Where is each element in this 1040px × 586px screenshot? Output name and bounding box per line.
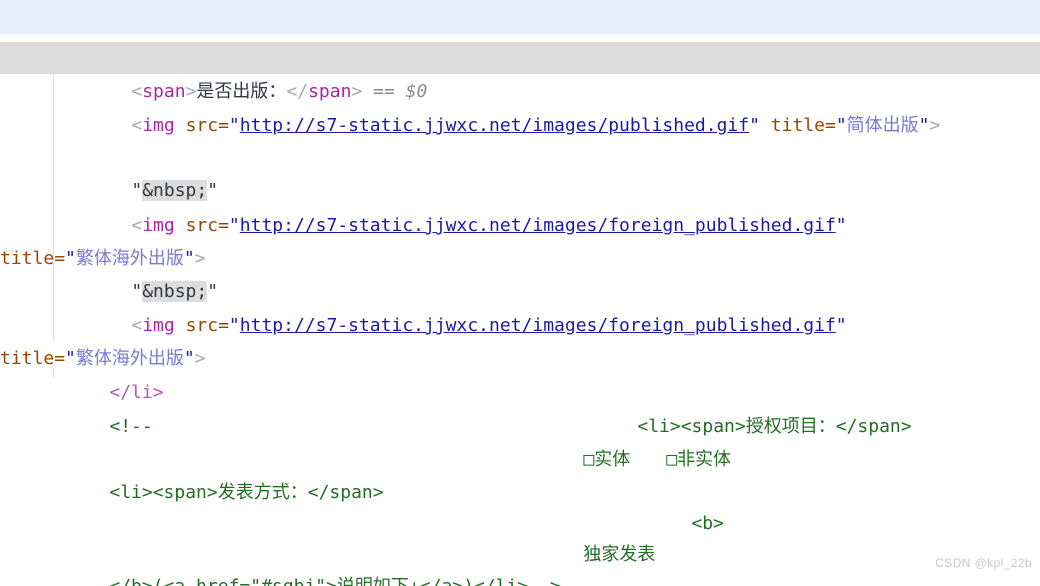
comment-line-exclusive: 独家发表 <box>0 505 1040 565</box>
attribute-name-src: src <box>185 315 219 336</box>
tree-row-img-published[interactable]: <img src="http://s7-static.jjwxc.net/ima… <box>0 76 1040 138</box>
attribute-name-src: src <box>185 115 219 136</box>
tag-name-img: img <box>142 115 175 136</box>
tree-row-nbsp-1[interactable]: "&nbsp;" <box>0 141 1040 201</box>
devtools-elements-panel[interactable]: ▼<li> <span>是否出版：</span> == $0 <img src=… <box>0 0 1040 586</box>
attribute-value-title: 简体出版 <box>846 115 919 136</box>
angle-bracket-open: < <box>131 315 143 336</box>
csdn-watermark: CSDN @kpl_22b <box>935 556 1032 570</box>
tree-row-li-close[interactable]: </li> <box>0 343 1040 403</box>
tree-row-partial-bottom[interactable]: ▼</li> <box>0 568 1040 586</box>
attribute-value-src-url[interactable]: http://s7-static.jjwxc.net/images/foreig… <box>240 315 836 336</box>
quote-mark: " <box>228 115 240 136</box>
tree-row-img-foreign-2[interactable]: <img src="http://s7-static.jjwxc.net/ima… <box>0 276 1040 369</box>
quote-mark: " <box>228 215 240 236</box>
quote-mark: " <box>749 115 760 136</box>
attribute-value-src-url[interactable]: http://s7-static.jjwxc.net/images/foreig… <box>240 215 836 236</box>
tag-name-img: img <box>142 315 175 336</box>
comment-line-b-open: <b> <box>0 474 1040 534</box>
quote-mark: " <box>228 315 240 336</box>
attribute-name-title: title <box>770 115 825 136</box>
quote-mark: " <box>835 315 847 336</box>
attribute-name-src: src <box>185 215 219 236</box>
quote-mark: " <box>918 115 930 136</box>
angle-bracket-open: < <box>131 215 143 236</box>
equals-sign: = <box>218 215 229 236</box>
quote-mark: " <box>835 115 847 136</box>
tree-row-img-foreign-1[interactable]: <img src="http://s7-static.jjwxc.net/ima… <box>0 176 1040 269</box>
tree-row-span-published-label[interactable]: <span>是否出版：</span> == $0 <box>0 42 1040 102</box>
tree-row-nbsp-2[interactable]: "&nbsp;" <box>0 242 1040 302</box>
comment-line-publish-mode: <li><span>发表方式：</span> <box>0 443 1040 503</box>
comment-line-tail: </b>(<a href="#sqbj">说明如下↓</a>)</li>--> <box>0 537 1040 586</box>
tree-row-li-open[interactable]: ▼<li> <box>0 4 1040 64</box>
equals-sign: = <box>218 315 229 336</box>
angle-bracket-close: > <box>929 115 941 136</box>
attribute-value-src-url[interactable]: http://s7-static.jjwxc.net/images/publis… <box>240 115 749 136</box>
equals-sign: = <box>218 115 229 136</box>
equals-sign: = <box>824 115 836 136</box>
quote-mark: " <box>835 215 847 236</box>
angle-bracket-open: < <box>131 115 143 136</box>
tag-name-img: img <box>142 215 175 236</box>
comment-line-auth-project: <li><span>授权项目：</span> <box>0 377 1040 437</box>
comment-line-checkboxes: □实体 □非实体 <box>0 410 1040 470</box>
